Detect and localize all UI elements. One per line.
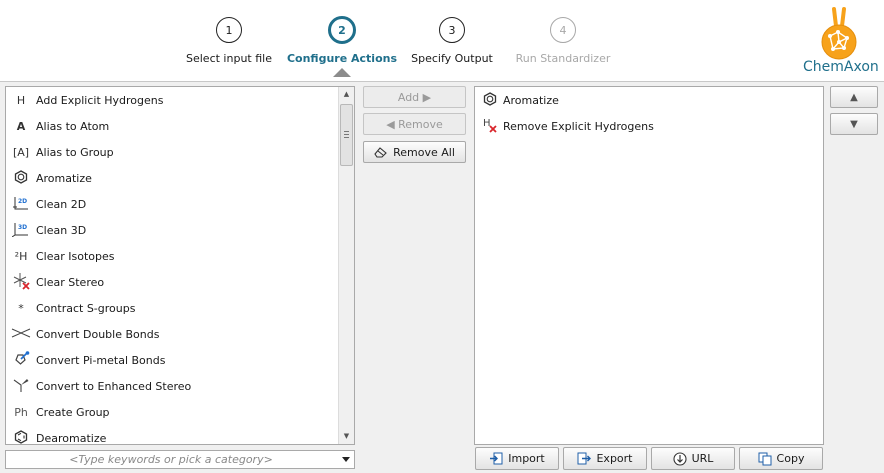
import-icon	[490, 452, 503, 465]
clean-3d-icon: 3D	[8, 221, 34, 240]
list-item[interactable]: Aromatize	[6, 165, 340, 191]
list-item-label: Remove Explicit Hydrogens	[503, 119, 654, 133]
group-alias-icon: [A]	[12, 145, 30, 159]
step-number: 2	[328, 16, 356, 44]
aromatic-ring-icon	[477, 91, 503, 109]
double-bond-icon	[8, 327, 34, 342]
active-step-pointer	[333, 68, 351, 77]
available-actions-list[interactable]: H Add Explicit Hydrogens A Alias to Atom…	[5, 86, 355, 445]
eraser-icon	[374, 147, 387, 158]
scroll-thumb[interactable]	[340, 104, 353, 166]
scroll-up-arrow-icon[interactable]: ▲	[339, 87, 354, 102]
copy-icon	[758, 452, 772, 465]
list-item[interactable]: 2D Clean 2D	[6, 191, 340, 217]
list-item-label: Convert Double Bonds	[36, 327, 160, 341]
list-item-label: Aromatize	[503, 93, 559, 107]
list-item-label: Clear Stereo	[36, 275, 105, 289]
url-label: URL	[691, 452, 714, 465]
selected-actions-list[interactable]: Aromatize H Remove Explicit Hydrogens	[474, 86, 824, 445]
step-number: 1	[216, 17, 242, 43]
svg-text:2D: 2D	[18, 198, 27, 205]
add-button[interactable]: Add ▶	[363, 86, 466, 108]
create-group-icon: Ph	[14, 405, 28, 419]
list-item-label: Add Explicit Hydrogens	[36, 93, 164, 107]
list-item-label: Contract S-groups	[36, 301, 136, 315]
list-item[interactable]: [A] Alias to Group	[6, 139, 340, 165]
list-item[interactable]: ²H Clear Isotopes	[6, 243, 340, 269]
list-item-label: Dearomatize	[36, 431, 107, 445]
list-item[interactable]: A Alias to Atom	[6, 113, 340, 139]
export-icon	[577, 452, 592, 465]
copy-label: Copy	[776, 452, 805, 465]
keyword-category-combo[interactable]	[5, 450, 355, 469]
download-circle-icon	[673, 451, 687, 466]
atom-alias-icon: A	[16, 119, 26, 133]
list-item[interactable]: Convert Double Bonds	[6, 321, 340, 347]
list-item-label: Clean 2D	[36, 197, 87, 211]
list-item[interactable]: Convert to Enhanced Stereo	[6, 373, 340, 399]
hydrogen-icon: H	[16, 93, 26, 107]
grip-icon	[344, 131, 349, 138]
import-button[interactable]: Import	[475, 447, 559, 470]
export-label: Export	[596, 452, 633, 465]
enhanced-stereo-icon	[8, 377, 34, 396]
scroll-down-arrow-icon[interactable]: ▼	[339, 429, 354, 444]
clean-2d-icon: 2D	[8, 195, 34, 214]
list-item[interactable]: Clear Stereo	[6, 269, 340, 295]
list-item-label: Alias to Group	[36, 145, 114, 159]
aromatic-ring-icon	[8, 169, 34, 187]
list-item-label: Convert to Enhanced Stereo	[36, 379, 192, 393]
list-item[interactable]: * Contract S-groups	[6, 295, 340, 321]
list-item-label: Clear Isotopes	[36, 249, 115, 263]
search-input[interactable]	[6, 451, 336, 468]
pi-metal-icon	[8, 350, 34, 370]
list-item[interactable]: Convert Pi-metal Bonds	[6, 347, 340, 373]
url-button[interactable]: URL	[651, 447, 735, 470]
remove-all-label: Remove All	[393, 145, 455, 159]
step-run-standardizer: 4 Run Standardizer	[488, 17, 638, 65]
isotope-icon: ²H	[14, 249, 28, 263]
copy-button[interactable]: Copy	[739, 447, 823, 470]
list-item[interactable]: H Add Explicit Hydrogens	[6, 87, 340, 113]
list-scrollbar[interactable]: ▲ ▼	[338, 87, 354, 444]
list-item[interactable]: Ph Create Group	[6, 399, 340, 425]
brand-name: ChemAxon	[803, 59, 879, 75]
list-item-label: Create Group	[36, 405, 110, 419]
step-number: 3	[439, 17, 465, 43]
svg-text:H: H	[483, 118, 491, 129]
import-label: Import	[508, 452, 545, 465]
move-down-button[interactable]: ▼	[830, 113, 878, 135]
remove-hydrogen-icon: H	[477, 116, 503, 137]
remove-all-button[interactable]: Remove All	[363, 141, 466, 163]
contract-sgroup-icon: *	[18, 301, 24, 315]
dropdown-arrow-icon[interactable]	[342, 457, 350, 462]
step-number: 4	[550, 17, 576, 43]
step-label: Run Standardizer	[515, 52, 611, 65]
list-item[interactable]: H Remove Explicit Hydrogens	[475, 113, 654, 139]
move-up-button[interactable]: ▲	[830, 86, 878, 108]
export-button[interactable]: Export	[563, 447, 647, 470]
list-item-label: Convert Pi-metal Bonds	[36, 353, 166, 367]
dearomatize-icon	[8, 429, 34, 445]
svg-text:3D: 3D	[18, 224, 27, 231]
clear-stereo-icon	[8, 272, 34, 293]
list-item[interactable]: Dearomatize	[6, 425, 340, 445]
list-item[interactable]: Aromatize	[475, 87, 559, 113]
list-item[interactable]: 3D Clean 3D	[6, 217, 340, 243]
list-item-label: Clean 3D	[36, 223, 87, 237]
list-item-label: Aromatize	[36, 171, 92, 185]
wizard-header: 1 Select input file 2 Configure Actions …	[0, 0, 884, 82]
list-item-label: Alias to Atom	[36, 119, 110, 133]
remove-button[interactable]: ◀ Remove	[363, 113, 466, 135]
